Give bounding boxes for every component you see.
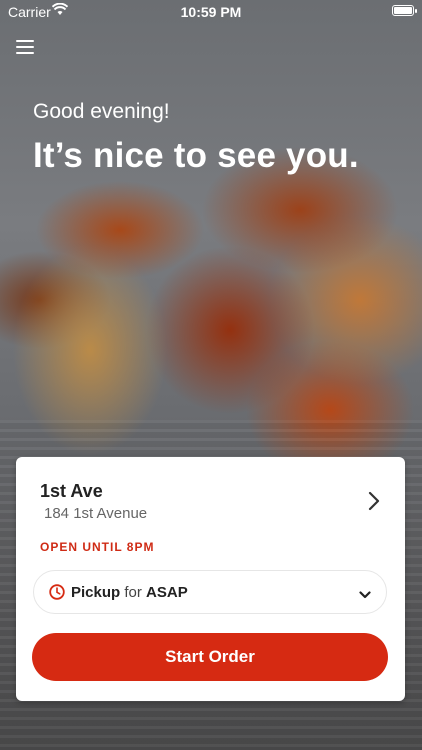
location-address: 184 1st Avenue (44, 505, 148, 522)
pickup-connector: for (124, 584, 142, 601)
clock-time: 10:59 PM (180, 4, 242, 20)
chevron-right-icon[interactable] (365, 490, 383, 512)
chevron-down-icon (359, 587, 371, 599)
battery-icon (392, 5, 417, 16)
start-order-button[interactable]: Start Order (32, 633, 388, 681)
status-bar: Carrier 10:59 PM (0, 0, 422, 22)
pickup-time-selector[interactable]: Pickup for ASAP (33, 570, 387, 614)
pickup-label: Pickup for ASAP (71, 584, 188, 601)
welcome-headline: It’s nice to see you. (33, 136, 359, 175)
greeting-text: Good evening! (33, 100, 170, 123)
location-card: 1st Ave 184 1st Avenue OPEN UNTIL 8PM Pi… (16, 457, 405, 701)
hamburger-menu-icon[interactable] (16, 40, 34, 56)
clock-icon (49, 584, 65, 600)
store-hours-badge: OPEN UNTIL 8PM (40, 540, 155, 554)
location-name[interactable]: 1st Ave (40, 481, 103, 502)
pickup-time: ASAP (146, 584, 188, 601)
pickup-mode: Pickup (71, 584, 121, 601)
home-screen: Carrier 10:59 PM Good evening! It’s nice… (0, 0, 422, 750)
